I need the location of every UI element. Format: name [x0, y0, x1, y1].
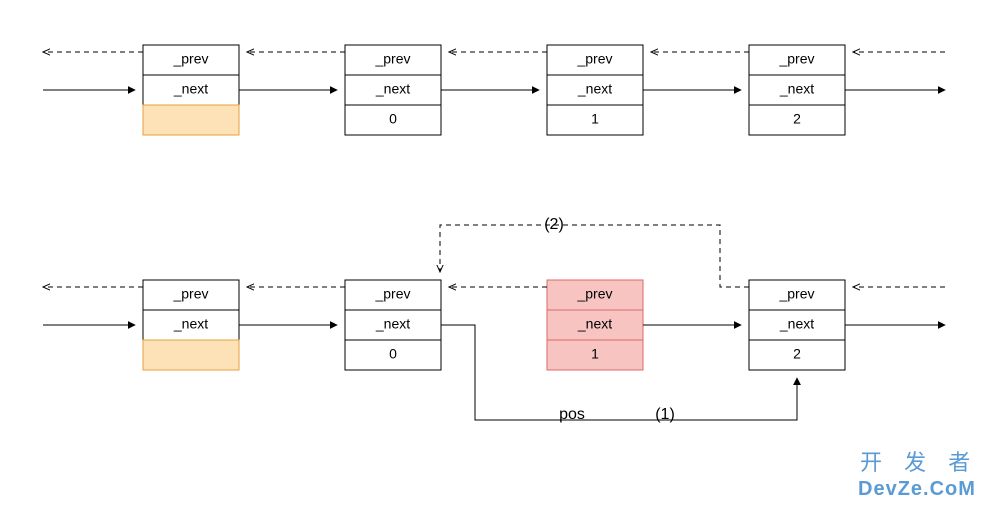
cell-value-highlight — [143, 340, 239, 370]
watermark-line1: 开 发 者 — [860, 450, 978, 475]
cell-prev: _prev — [576, 286, 612, 302]
cell-prev: _prev — [778, 286, 814, 302]
node-bot-3: _prev _next 2 — [749, 280, 845, 370]
bottom-row: _prev _next _prev _next 0 _prev _next 1 — [43, 216, 945, 423]
watermark: 开 发 者 DevZe.CoM — [858, 450, 978, 500]
cell-prev: _prev — [576, 51, 612, 67]
cell-prev: _prev — [172, 286, 208, 302]
cell-next: _next — [577, 81, 612, 97]
cell-value: 2 — [793, 346, 801, 362]
cell-value: 0 — [389, 346, 397, 362]
cell-prev: _prev — [778, 51, 814, 67]
watermark-line2: DevZe.CoM — [858, 478, 976, 500]
linked-list-diagram: _prev _next _prev _next 0 _prev _next 1 — [0, 0, 1003, 509]
step1-label: (1) — [655, 406, 675, 423]
cell-prev: _prev — [172, 51, 208, 67]
step2-label: (2) — [544, 216, 564, 233]
top-row: _prev _next _prev _next 0 _prev _next 1 — [43, 45, 945, 135]
cell-prev: _prev — [374, 286, 410, 302]
cell-prev: _prev — [374, 51, 410, 67]
node-bot-2-removed: _prev _next 1 — [547, 280, 643, 370]
cell-value: 2 — [793, 111, 801, 127]
reroute-prev-step2 — [440, 225, 749, 287]
node-bot-0: _prev _next — [143, 280, 239, 370]
cell-value: 1 — [591, 111, 599, 127]
node-top-2: _prev _next 1 — [547, 45, 643, 135]
node-top-3: _prev _next 2 — [749, 45, 845, 135]
node-top-0: _prev _next — [143, 45, 239, 135]
cell-value-highlight — [143, 105, 239, 135]
cell-value: 1 — [591, 346, 599, 362]
cell-value: 0 — [389, 111, 397, 127]
node-top-1: _prev _next 0 — [345, 45, 441, 135]
cell-next: _next — [577, 316, 612, 332]
cell-next: _next — [779, 81, 814, 97]
cell-next: _next — [375, 316, 410, 332]
pos-label: pos — [559, 406, 585, 423]
cell-next: _next — [375, 81, 410, 97]
cell-next: _next — [779, 316, 814, 332]
cell-next: _next — [173, 316, 208, 332]
node-bot-1: _prev _next 0 — [345, 280, 441, 370]
cell-next: _next — [173, 81, 208, 97]
